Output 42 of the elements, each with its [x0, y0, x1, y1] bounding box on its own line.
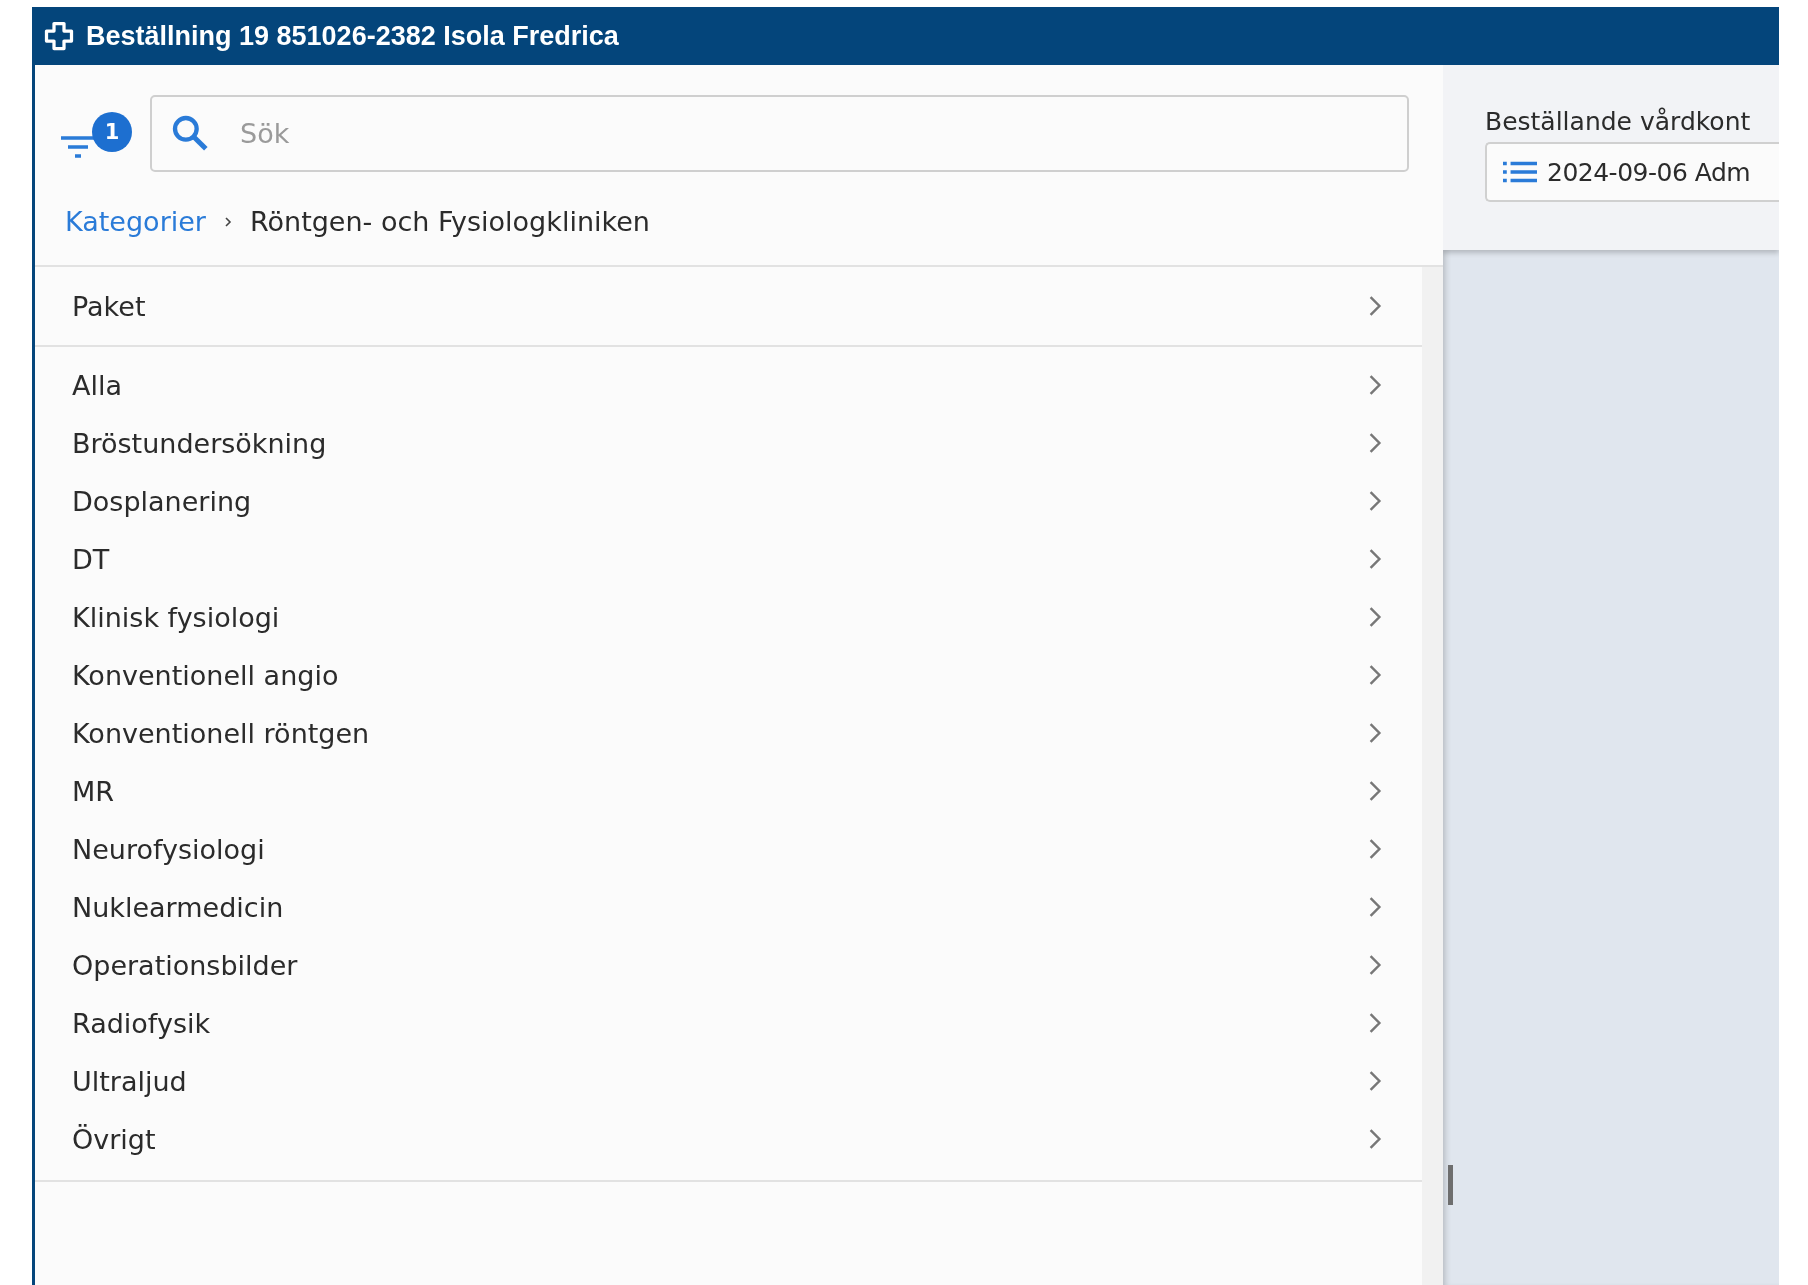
chevron-right-icon	[1368, 490, 1382, 512]
chevron-right-icon	[1368, 722, 1382, 744]
resize-handle[interactable]	[1448, 1165, 1453, 1205]
chevron-right-icon	[1368, 606, 1382, 628]
window-title: Beställning 19 851026-2382 Isola Fredrica	[86, 20, 619, 52]
chevron-right-icon	[1368, 374, 1382, 396]
category-list-item[interactable]: Neurofysiologi	[35, 820, 1422, 878]
list-icon	[1503, 161, 1537, 183]
category-list-item[interactable]: Övrigt	[35, 1110, 1422, 1168]
cross-icon	[44, 21, 74, 51]
breadcrumb-link[interactable]: Kategorier	[65, 206, 206, 237]
chevron-right-icon	[1368, 295, 1382, 317]
chevron-right-icon	[1368, 432, 1382, 454]
ordering-unit-field[interactable]: 2024-09-06 Adm	[1485, 142, 1779, 202]
category-list-item[interactable]: Ultraljud	[35, 1052, 1422, 1110]
package-list-item[interactable]: Paket	[35, 267, 1422, 347]
category-list-item[interactable]: DT	[35, 530, 1422, 588]
category-list-item[interactable]: MR	[35, 762, 1422, 820]
filter-count-badge: 1	[92, 112, 132, 152]
category-list-item[interactable]: Dosplanering	[35, 472, 1422, 530]
search-icon	[170, 113, 210, 153]
category-list-item[interactable]: Konventionell röntgen	[35, 704, 1422, 762]
breadcrumb-current: Röntgen- och Fysiologkliniken	[249, 206, 650, 237]
category-list-item[interactable]: Bröstundersökning	[35, 414, 1422, 472]
category-list-item[interactable]: Konventionell angio	[35, 646, 1422, 704]
chevron-right-icon	[1368, 1070, 1382, 1092]
breadcrumb-separator-icon	[223, 215, 232, 228]
chevron-right-icon	[1368, 1128, 1382, 1150]
category-list-item[interactable]: Nuklearmedicin	[35, 878, 1422, 936]
chevron-right-icon	[1368, 780, 1382, 802]
chevron-right-icon	[1368, 896, 1382, 918]
chevron-right-icon	[1368, 548, 1382, 570]
chevron-right-icon	[1368, 954, 1382, 976]
category-list-item[interactable]: Alla	[35, 356, 1422, 414]
category-list-item[interactable]: Radiofysik	[35, 994, 1422, 1052]
chevron-right-icon	[1368, 1012, 1382, 1034]
search-field[interactable]: Sök	[150, 95, 1409, 172]
category-list-item[interactable]: Operationsbilder	[35, 936, 1422, 994]
category-list-item[interactable]: Klinisk fysiologi	[35, 588, 1422, 646]
field-label: Beställande vårdkont	[1485, 107, 1752, 136]
chevron-right-icon	[1368, 664, 1382, 686]
chevron-right-icon	[1368, 838, 1382, 860]
